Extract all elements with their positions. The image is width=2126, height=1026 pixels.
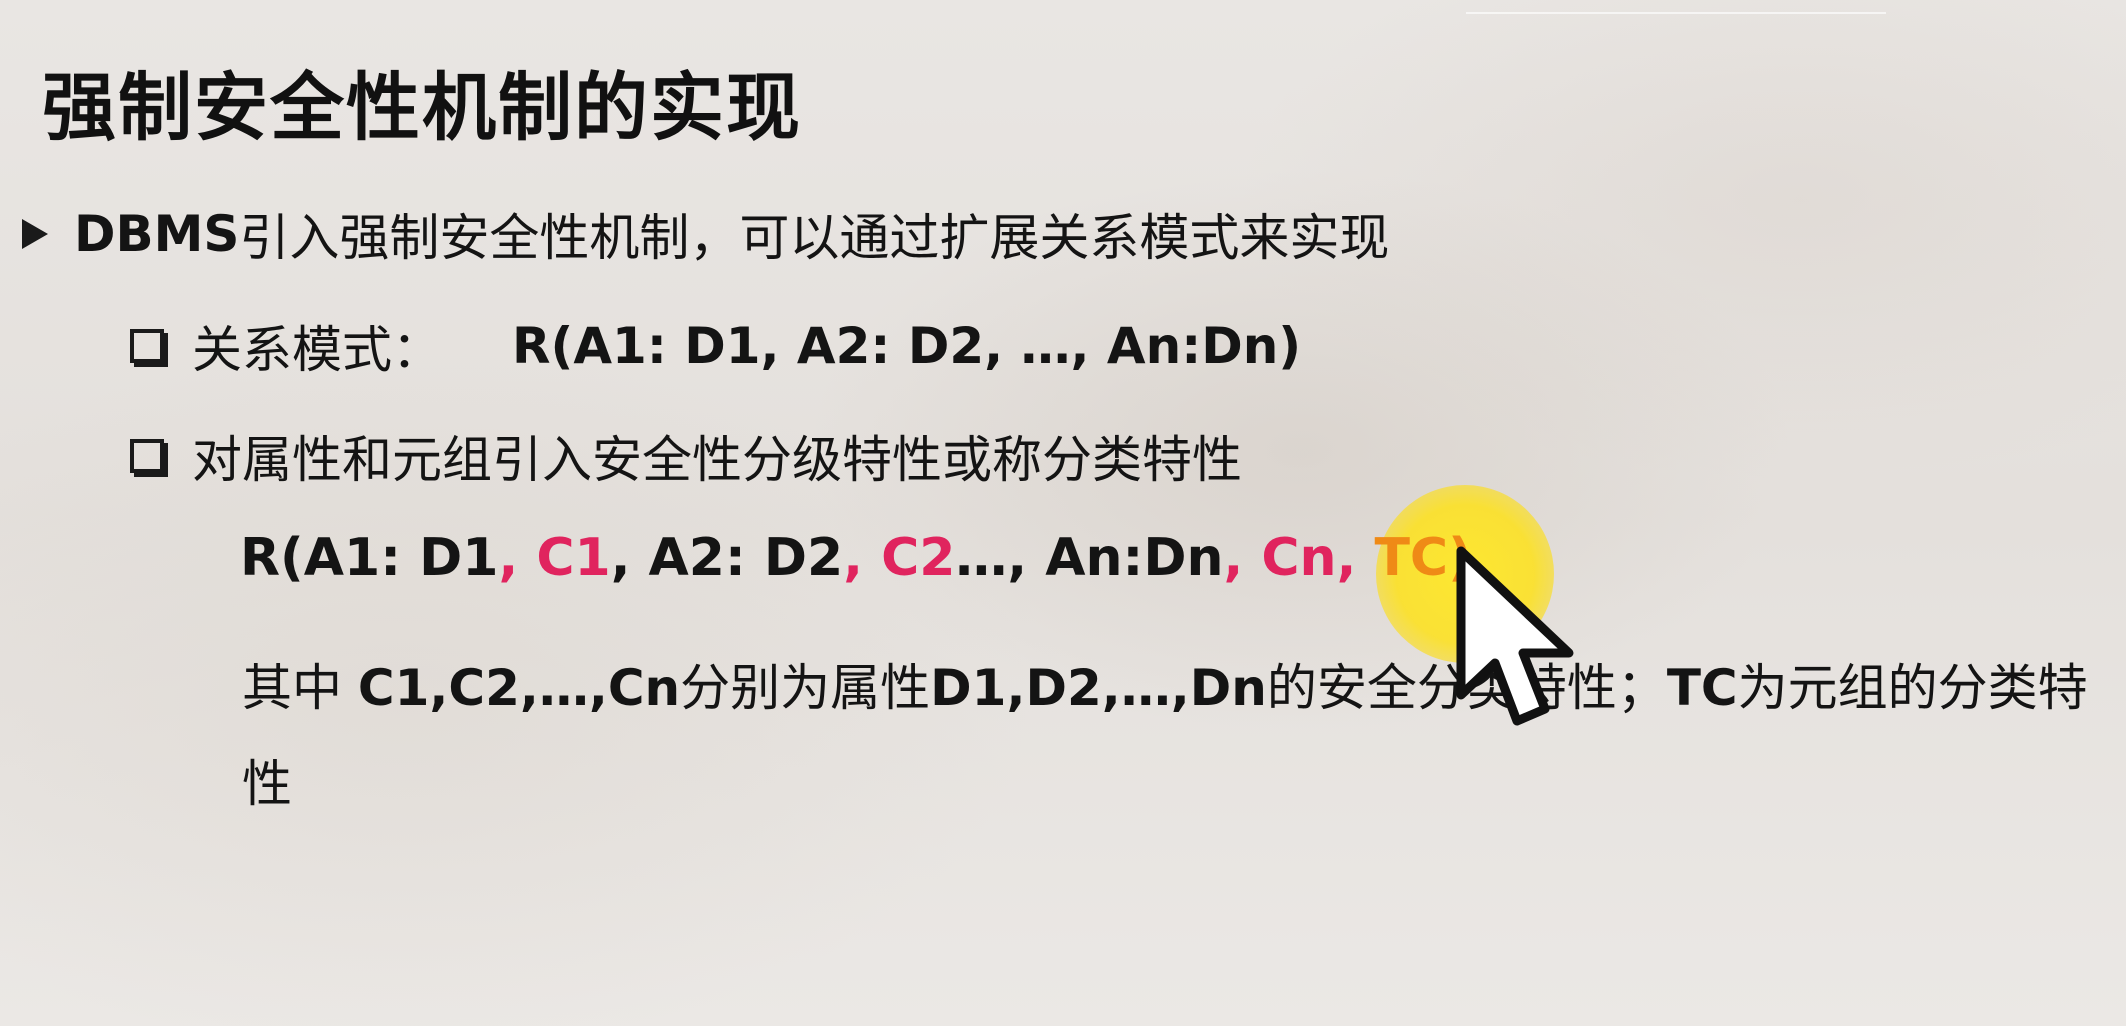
- explanation-part: 其中: [242, 659, 358, 717]
- explanation-tc: TC: [1666, 659, 1738, 717]
- hollow-square-bullet-icon: [130, 439, 164, 473]
- explanation-part: 分别为属性: [680, 659, 931, 717]
- formula-part: , A2: D2: [610, 528, 844, 588]
- formula-class-c2: , C2: [843, 528, 956, 588]
- explanation-classes: C1,C2,…,Cn: [357, 659, 681, 717]
- slide-title: 强制安全性机制的实现: [42, 65, 802, 151]
- formula-class-cn: , Cn,: [1223, 528, 1375, 588]
- right-triangle-bullet-icon: [22, 219, 48, 249]
- explanation-text: 其中 C1,C2,…,Cn分别为属性D1,D2,…,Dn的安全分类特性；TC为元…: [242, 640, 2102, 832]
- bullet-dbms: DBMS 引入强制安全性机制，可以通过扩展关系模式来实现: [22, 198, 1389, 270]
- bullet-dbms-prefix: DBMS: [74, 205, 240, 263]
- relation-schema-formula: R(A1: D1, A2: D2, …, An:Dn): [512, 317, 1302, 375]
- mouse-pointer-icon: [1456, 546, 1574, 726]
- slide-canvas: 强制安全性机制的实现 DBMS 引入强制安全性机制，可以通过扩展关系模式来实现 …: [0, 0, 2126, 1026]
- relation-schema-label: 关系模式：: [192, 321, 442, 379]
- formula-class-c1: , C1: [498, 528, 611, 588]
- formula-part: …, An:Dn: [955, 528, 1224, 588]
- hollow-square-bullet-icon: [130, 329, 164, 363]
- security-classification-text: 对属性和元组引入安全性分级特性或称分类特性: [192, 431, 1242, 489]
- top-decoration: [1466, 0, 1886, 14]
- bullet-security-classification: 对属性和元组引入安全性分级特性或称分类特性: [130, 420, 1242, 492]
- bullet-dbms-text: 引入强制安全性机制，可以通过扩展关系模式来实现: [239, 209, 1390, 267]
- formula-part: R(A1: D1: [240, 528, 499, 588]
- extended-schema-formula: R(A1: D1, C1, A2: D2, C2…, An:Dn, Cn, TC…: [240, 528, 1472, 588]
- explanation-attributes: D1,D2,…,Dn: [930, 659, 1267, 717]
- bullet-relation-schema: 关系模式： R(A1: D1, A2: D2, …, An:Dn): [130, 310, 1301, 382]
